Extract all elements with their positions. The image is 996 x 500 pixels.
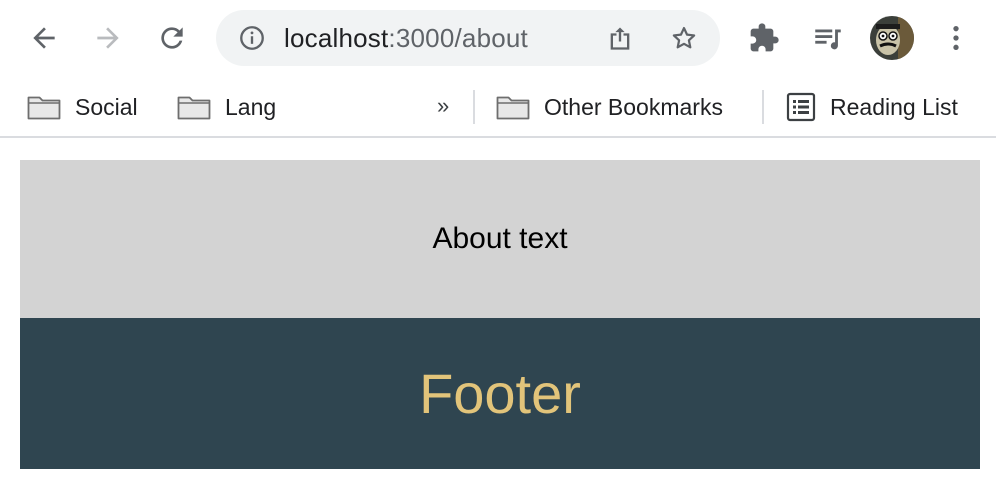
other-bookmarks-label: Other Bookmarks <box>544 93 723 120</box>
site-info-button[interactable] <box>236 22 268 54</box>
profile-button[interactable] <box>870 16 914 60</box>
bookmarks-overflow-button[interactable]: » <box>437 78 449 136</box>
reading-list-button[interactable]: Reading List <box>786 78 958 136</box>
bookmarks-divider <box>762 90 764 124</box>
forward-button[interactable] <box>88 18 128 58</box>
url-path: :3000/about <box>388 23 528 53</box>
about-section: About text <box>20 160 980 318</box>
extensions-button[interactable] <box>744 18 784 58</box>
bookmarks-bar: Social Lang » Other Bookmarks Reading Li… <box>0 78 996 138</box>
address-bar[interactable]: localhost:3000/about <box>216 10 720 66</box>
bookmarks-divider <box>473 90 475 124</box>
bookmark-folder-social[interactable]: Social <box>27 78 138 136</box>
puzzle-icon <box>750 23 779 52</box>
arrow-right-icon <box>97 27 119 49</box>
footer-text: Footer <box>419 362 581 425</box>
bookmark-folder-label: Social <box>75 93 138 120</box>
reload-icon <box>161 27 183 49</box>
reload-button[interactable] <box>152 18 192 58</box>
bookmark-star-button[interactable] <box>668 22 700 54</box>
other-bookmarks-button[interactable]: Other Bookmarks <box>496 78 723 136</box>
bookmark-folder-lang[interactable]: Lang <box>177 78 276 136</box>
folder-icon <box>27 96 61 120</box>
browser-toolbar: localhost:3000/about <box>0 0 996 78</box>
bookmark-folder-label: Lang <box>225 93 277 120</box>
footer: Footer <box>20 318 980 469</box>
url-text[interactable]: localhost:3000/about <box>284 10 528 66</box>
media-playlist-icon <box>815 29 841 50</box>
share-button[interactable] <box>604 22 636 54</box>
url-host: localhost <box>284 23 389 53</box>
back-button[interactable] <box>24 18 64 58</box>
arrow-left-icon <box>33 27 55 49</box>
folder-icon <box>177 96 211 120</box>
folder-icon <box>496 96 530 120</box>
about-text: About text <box>432 222 568 255</box>
menu-button[interactable] <box>936 18 976 58</box>
avatar <box>870 16 914 60</box>
reading-list-icon <box>786 92 816 122</box>
reading-list-label: Reading List <box>830 93 958 120</box>
share-icon <box>610 27 630 50</box>
info-icon <box>240 26 264 50</box>
kebab-menu-icon <box>953 26 959 50</box>
media-button[interactable] <box>808 18 848 58</box>
star-icon <box>672 26 696 49</box>
